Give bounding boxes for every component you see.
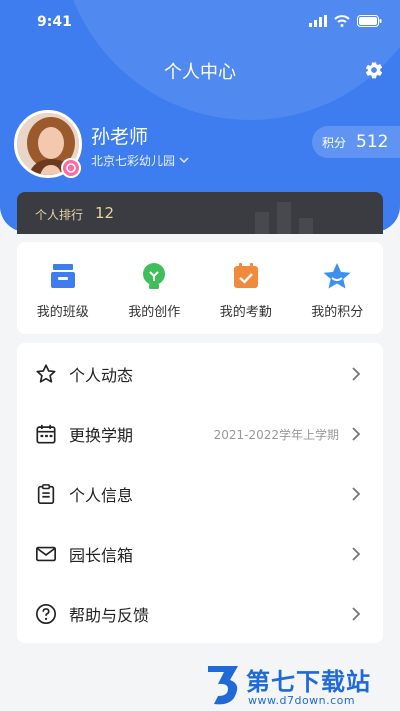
badge-icon <box>66 163 76 173</box>
quick-action-label: 我的积分 <box>311 305 364 320</box>
chevron-down-icon <box>179 157 189 163</box>
watermark-url: www.d7down.com <box>248 694 356 707</box>
points-star-icon <box>323 263 351 289</box>
calendar-icon <box>36 424 56 444</box>
menu-item-mailbox[interactable]: 园长信箱 <box>17 524 383 584</box>
wifi-icon <box>334 15 350 27</box>
status-icons <box>309 15 382 27</box>
status-bar: 9:41 <box>0 0 400 44</box>
rank-card[interactable]: 个人排行 12 <box>17 192 383 234</box>
menu-item-value: 2021-2022学年上学期 <box>213 427 339 442</box>
page-title: 个人中心 <box>164 62 236 83</box>
quick-action-points[interactable]: 我的积分 <box>292 242 384 334</box>
menu-item-label: 个人动态 <box>69 366 134 385</box>
chevron-right-icon <box>352 547 361 561</box>
signal-icon <box>309 15 327 27</box>
creation-icon <box>143 263 166 289</box>
avatar-badge <box>61 158 81 178</box>
battery-icon <box>357 15 382 27</box>
quick-action-attendance[interactable]: 我的考勤 <box>200 242 292 334</box>
quick-action-label: 我的班级 <box>36 305 89 320</box>
quick-action-label: 我的创作 <box>128 305 181 320</box>
star-outline-icon <box>36 364 56 383</box>
clipboard-icon <box>37 484 55 504</box>
gear-icon[interactable] <box>364 60 384 80</box>
chevron-right-icon <box>352 607 361 621</box>
chevron-right-icon <box>352 487 361 501</box>
quick-action-creation[interactable]: 我的创作 <box>109 242 201 334</box>
watermark-logo <box>208 666 238 705</box>
watermark-text: 第七下载站 <box>246 668 371 696</box>
watermark: 第七下载站 www.d7down.com <box>202 660 400 711</box>
rank-label: 个人排行 <box>35 208 84 222</box>
menu-item-dynamics[interactable]: 个人动态 <box>17 344 383 404</box>
chevron-right-icon <box>352 427 361 441</box>
quick-actions: 我的班级 我的创作 我的考勤 我的积分 <box>17 242 383 334</box>
rank-value: 12 <box>95 204 115 222</box>
class-icon <box>50 264 75 288</box>
status-time: 9:41 <box>37 14 72 30</box>
menu-item-label: 帮助与反馈 <box>69 606 150 625</box>
menu-item-help[interactable]: 帮助与反馈 <box>17 584 383 644</box>
menu-item-label: 更换学期 <box>69 426 134 445</box>
menu-item-label: 园长信箱 <box>69 546 134 565</box>
attendance-icon <box>233 263 258 288</box>
points-pill[interactable]: 积分 512 <box>312 126 400 158</box>
school-name: 北京七彩幼儿园 <box>91 154 176 168</box>
menu-list: 个人动态 更换学期 2021-2022学年上学期 个人信息 园长信箱 帮助与反馈 <box>17 343 383 643</box>
points-label: 积分 <box>322 135 347 150</box>
mail-icon <box>36 546 56 562</box>
user-name: 孙老师 <box>91 126 149 148</box>
menu-item-label: 个人信息 <box>69 486 134 505</box>
points-value: 512 <box>356 132 389 152</box>
school-selector[interactable]: 北京七彩幼儿园 <box>91 152 189 169</box>
quick-action-class[interactable]: 我的班级 <box>17 242 109 334</box>
quick-action-label: 我的考勤 <box>219 305 272 320</box>
chevron-right-icon <box>352 367 361 381</box>
menu-item-semester[interactable]: 更换学期 2021-2022学年上学期 <box>17 404 383 464</box>
help-icon <box>36 604 56 624</box>
menu-item-profile-info[interactable]: 个人信息 <box>17 464 383 524</box>
